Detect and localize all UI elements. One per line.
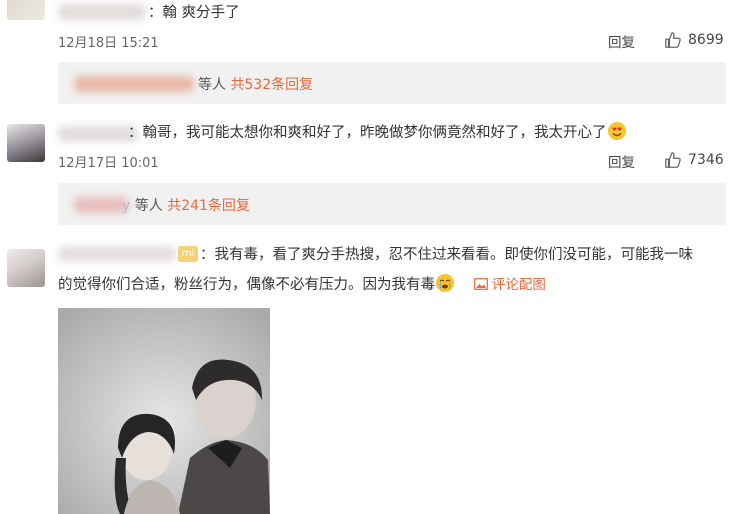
- vip-badge: mi: [178, 246, 198, 262]
- username-blurred[interactable]: [58, 4, 146, 20]
- reply-button[interactable]: 回复: [608, 151, 635, 171]
- comment-date: 12月18日 15:21: [58, 36, 159, 51]
- crying-emoji-icon: [436, 274, 454, 292]
- like-button[interactable]: 7346: [664, 151, 724, 169]
- reply-thread-label: 等人 共532条回复: [198, 74, 313, 94]
- reply-thread[interactable]: y 等人 共241条回复: [58, 183, 726, 225]
- replier-names-blurred: [74, 197, 128, 213]
- reply-thread-label: y 等人 共241条回复: [122, 195, 250, 215]
- avatar[interactable]: [7, 124, 45, 162]
- comment-text-body: ：翰哥，我可能太想你和爽和好了，昨晚做梦你俩竟然和好了，我太开心了: [128, 125, 607, 141]
- username-blurred[interactable]: [58, 246, 176, 262]
- reply-thread-suffix: 等人: [198, 77, 226, 93]
- comment-text-line-2: 的觉得你们合适，粉丝行为，偶像不必有压力。因为我有毒 评论配图: [58, 273, 546, 296]
- avatar[interactable]: [7, 0, 45, 20]
- comment-text: ：翰 爽分手了: [148, 5, 240, 21]
- attached-photo-illustration: [58, 308, 270, 514]
- reply-count-link[interactable]: 共241条回复: [167, 198, 250, 214]
- like-button[interactable]: 8699: [664, 31, 724, 49]
- heart-eyes-emoji-icon: [607, 122, 626, 140]
- comment-text-line-1: ：我有毒，看了爽分手热搜，忍不住过来看看。即使你们没可能，可能我一味: [200, 247, 693, 263]
- comment-date: 12月17日 10:01: [58, 156, 159, 171]
- thumbs-up-icon: [665, 32, 681, 48]
- reply-count-link[interactable]: 共532条回复: [230, 77, 313, 93]
- comment-attached-image[interactable]: [58, 308, 270, 514]
- reply-thread[interactable]: 等人 共532条回复: [58, 62, 726, 104]
- like-count: 8699: [688, 32, 724, 48]
- like-count: 7346: [688, 152, 724, 168]
- reply-thread-suffix: 等人: [134, 198, 163, 214]
- comment-2: ：翰哥，我可能太想你和爽和好了，昨晚做梦你俩竟然和好了，我太开心了 12月17日…: [0, 110, 742, 235]
- thumbs-up-icon: [665, 152, 681, 168]
- comment-text-line-2-body: 的觉得你们合适，粉丝行为，偶像不必有压力。因为我有毒: [58, 277, 435, 293]
- replier-names-blurred: [74, 76, 194, 92]
- username-blurred[interactable]: [58, 126, 138, 142]
- attach-image-label[interactable]: 评论配图: [492, 277, 546, 293]
- attach-image-link[interactable]: 评论配图: [473, 277, 546, 293]
- avatar[interactable]: [7, 249, 45, 287]
- replier-name-tail[interactable]: y: [122, 198, 130, 214]
- reply-button[interactable]: 回复: [608, 31, 635, 51]
- comment-text: ：翰哥，我可能太想你和爽和好了，昨晚做梦你俩竟然和好了，我太开心了: [128, 121, 627, 144]
- comment-1: ：翰 爽分手了 12月18日 15:21 回复 8699 等人 共532条回复: [0, 0, 742, 110]
- image-icon: [473, 278, 488, 290]
